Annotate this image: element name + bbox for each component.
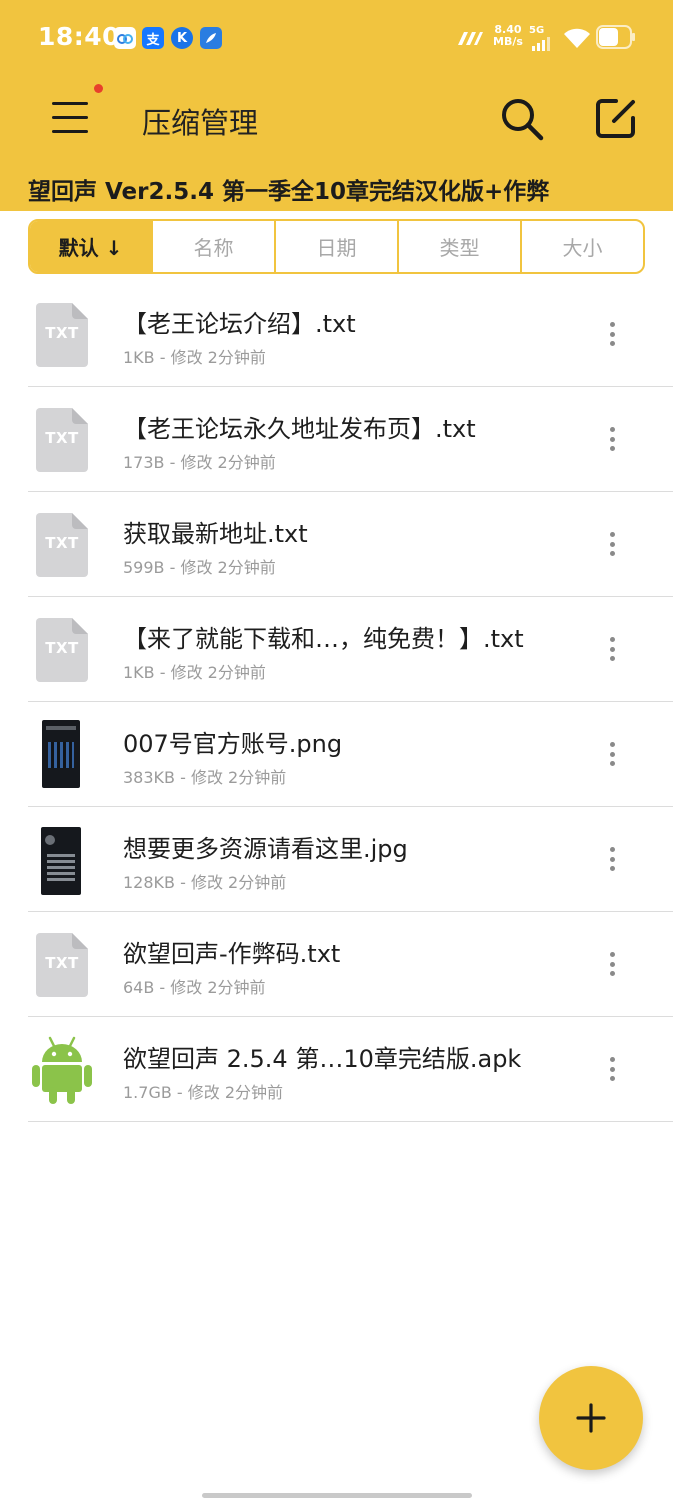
more-options-button[interactable] bbox=[598, 528, 626, 560]
more-options-button[interactable] bbox=[598, 423, 626, 455]
menu-icon-line bbox=[52, 116, 88, 119]
more-options-button[interactable] bbox=[598, 738, 626, 770]
signal-speed-icon bbox=[456, 30, 484, 50]
txt-file-icon: TXT bbox=[36, 303, 88, 367]
file-name: 【老王论坛永久地址发布页】.txt bbox=[123, 415, 476, 443]
more-options-button[interactable] bbox=[598, 843, 626, 875]
file-name: 欲望回声 2.5.4 第…10章完结版.apk bbox=[123, 1045, 522, 1073]
edit-icon bbox=[596, 99, 635, 138]
status-time: 18:40 bbox=[38, 22, 121, 51]
file-meta: 64B - 修改 2分钟前 bbox=[123, 978, 266, 997]
menu-icon-line bbox=[52, 102, 88, 105]
file-row[interactable]: TXT 获取最新地址.txt 599B - 修改 2分钟前 bbox=[0, 492, 673, 597]
file-row[interactable]: TXT 【老王论坛介绍】.txt 1KB - 修改 2分钟前 bbox=[0, 282, 673, 387]
plus-icon bbox=[576, 1403, 606, 1433]
txt-file-icon: TXT bbox=[36, 933, 88, 997]
image-thumbnail bbox=[42, 720, 80, 788]
more-options-button[interactable] bbox=[598, 633, 626, 665]
file-meta: 1.7GB - 修改 2分钟前 bbox=[123, 1083, 284, 1102]
baidu-netdisk-icon bbox=[114, 27, 136, 49]
file-meta: 1KB - 修改 2分钟前 bbox=[123, 348, 266, 367]
more-options-button[interactable] bbox=[598, 1053, 626, 1085]
file-name: 获取最新地址.txt bbox=[123, 520, 308, 548]
feather-app-icon bbox=[200, 27, 222, 49]
search-icon bbox=[502, 99, 544, 141]
status-bar: 18:40 支 K 8.40 MB/s 5G bbox=[0, 0, 673, 78]
wifi-icon bbox=[562, 26, 592, 54]
app-header: 18:40 支 K 8.40 MB/s 5G 压缩管理 望回声 Ver2.5.4… bbox=[0, 0, 673, 211]
file-row[interactable]: 007号官方账号.png 383KB - 修改 2分钟前 bbox=[0, 702, 673, 807]
edit-button[interactable] bbox=[594, 96, 640, 140]
file-meta: 128KB - 修改 2分钟前 bbox=[123, 873, 287, 892]
file-type-label: TXT bbox=[45, 534, 79, 552]
txt-file-icon: TXT bbox=[36, 513, 88, 577]
file-row[interactable]: 想要更多资源请看这里.jpg 128KB - 修改 2分钟前 bbox=[0, 807, 673, 912]
file-type-label: TXT bbox=[45, 639, 79, 657]
file-list: TXT 【老王论坛介绍】.txt 1KB - 修改 2分钟前 TXT 【老王论坛… bbox=[0, 282, 673, 1122]
file-meta: 173B - 修改 2分钟前 bbox=[123, 453, 276, 472]
file-name: 【来了就能下载和…，纯免费！】.txt bbox=[123, 625, 524, 653]
sort-tab-date[interactable]: 日期 bbox=[276, 221, 399, 272]
cell-signal-icon bbox=[532, 36, 554, 55]
menu-icon-line bbox=[52, 130, 88, 133]
network-speed-unit: MB/s bbox=[493, 35, 523, 48]
menu-button[interactable] bbox=[48, 98, 92, 138]
battery-icon bbox=[596, 25, 636, 53]
file-name: 007号官方账号.png bbox=[123, 730, 343, 758]
notification-dot bbox=[94, 84, 103, 93]
file-name: 欲望回声-作弊码.txt bbox=[123, 940, 341, 968]
sort-tabs: 默认 ↓ 名称 日期 类型 大小 bbox=[28, 219, 645, 274]
add-button[interactable] bbox=[539, 1366, 643, 1470]
file-meta: 383KB - 修改 2分钟前 bbox=[123, 768, 287, 787]
txt-file-icon: TXT bbox=[36, 408, 88, 472]
file-type-label: TXT bbox=[45, 429, 79, 447]
txt-file-icon: TXT bbox=[36, 618, 88, 682]
network-type: 5G bbox=[529, 25, 545, 36]
file-name: 【老王论坛介绍】.txt bbox=[123, 310, 356, 338]
android-icon bbox=[31, 1035, 93, 1105]
file-row[interactable]: TXT 【来了就能下载和…，纯免费！】.txt 1KB - 修改 2分钟前 bbox=[0, 597, 673, 702]
file-type-label: TXT bbox=[45, 954, 79, 972]
file-name: 想要更多资源请看这里.jpg bbox=[123, 835, 408, 863]
sort-tab-default[interactable]: 默认 ↓ bbox=[30, 221, 153, 272]
more-options-button[interactable] bbox=[598, 948, 626, 980]
k-app-icon: K bbox=[171, 27, 193, 49]
file-row[interactable]: TXT 欲望回声-作弊码.txt 64B - 修改 2分钟前 bbox=[0, 912, 673, 1017]
network-speed: 8.40 MB/s bbox=[493, 24, 523, 48]
sort-tab-name[interactable]: 名称 bbox=[153, 221, 276, 272]
home-indicator[interactable] bbox=[202, 1493, 472, 1498]
divider bbox=[28, 1121, 673, 1122]
search-button[interactable] bbox=[498, 96, 546, 142]
image-thumbnail bbox=[41, 827, 81, 895]
sort-tab-size[interactable]: 大小 bbox=[522, 221, 643, 272]
page-title: 压缩管理 bbox=[142, 106, 259, 140]
more-options-button[interactable] bbox=[598, 318, 626, 350]
file-row[interactable]: 欲望回声 2.5.4 第…10章完结版.apk 1.7GB - 修改 2分钟前 bbox=[0, 1017, 673, 1122]
file-type-label: TXT bbox=[45, 324, 79, 342]
sort-tab-type[interactable]: 类型 bbox=[399, 221, 522, 272]
archive-path: 望回声 Ver2.5.4 第一季全10章完结汉化版+作弊 bbox=[28, 179, 550, 205]
file-meta: 1KB - 修改 2分钟前 bbox=[123, 663, 266, 682]
file-row[interactable]: TXT 【老王论坛永久地址发布页】.txt 173B - 修改 2分钟前 bbox=[0, 387, 673, 492]
file-meta: 599B - 修改 2分钟前 bbox=[123, 558, 276, 577]
alipay-icon: 支 bbox=[142, 27, 164, 49]
